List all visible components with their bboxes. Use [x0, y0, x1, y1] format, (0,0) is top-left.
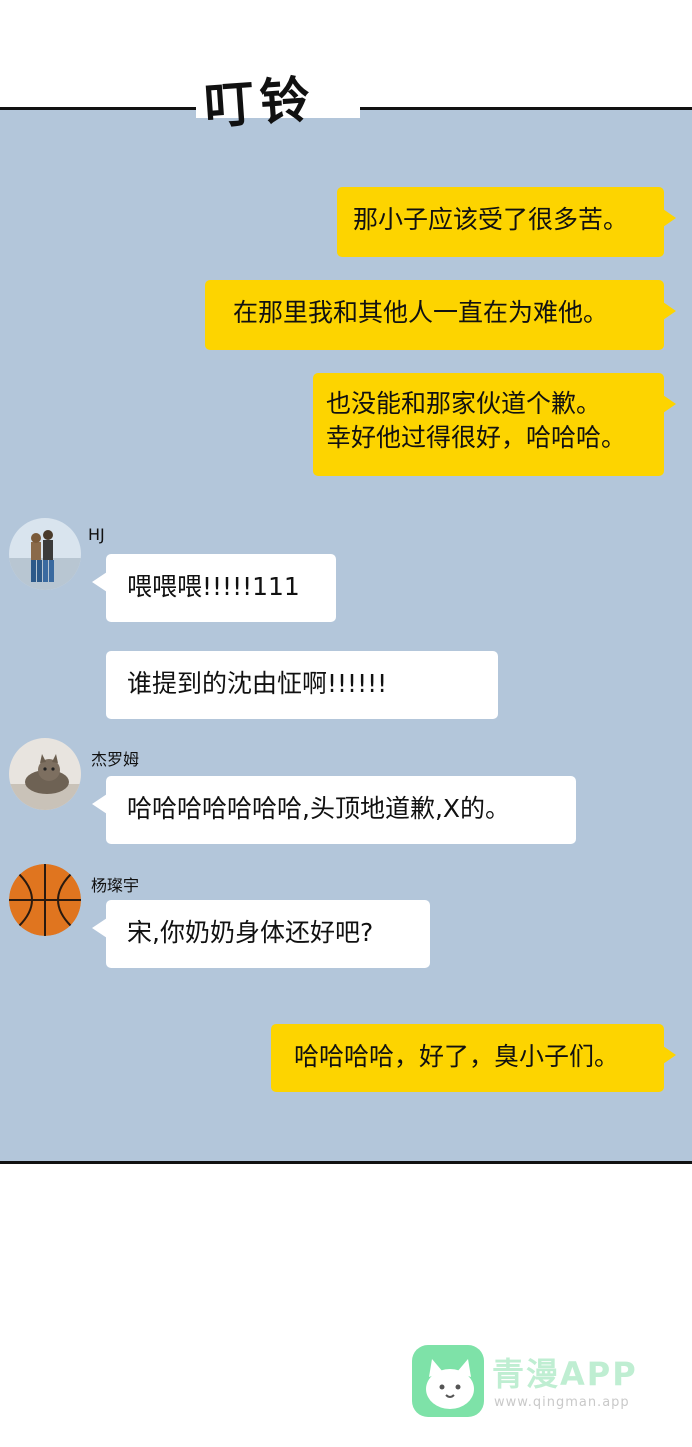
sender-name: HJ [88, 525, 105, 544]
other-message-bubble: 喂喂喂!!!!!111 [92, 554, 336, 622]
sound-effect: 叮铃 [196, 68, 360, 163]
watermark: 青漫APP www.qingman.app [412, 1345, 652, 1420]
chat-panel [0, 107, 692, 1164]
sender-name: 杨璨宇 [91, 876, 140, 895]
own-message-bubble: 也没能和那家伙道个歉。 幸好他过得很好，哈哈哈。 [313, 373, 676, 476]
avatar-jerome[interactable] [9, 738, 81, 810]
sender-name: 杰罗姆 [91, 750, 140, 769]
avatar-yang[interactable] [9, 864, 81, 936]
message-text-line: 也没能和那家伙道个歉。 [326, 389, 602, 418]
message-text: 那小子应该受了很多苦。 [353, 205, 629, 234]
message-text: 宋,你奶奶身体还好吧? [127, 918, 374, 947]
other-message-bubble: 谁提到的沈由怔啊!!!!!! [106, 651, 498, 719]
watermark-url: www.qingman.app [494, 1395, 630, 1410]
message-text: 在那里我和其他人一直在为难他。 [233, 298, 609, 327]
message-text: 谁提到的沈由怔啊!!!!!! [127, 669, 388, 698]
message-text-line: 幸好他过得很好，哈哈哈。 [326, 422, 627, 452]
cat-logo-icon [412, 1345, 484, 1417]
message-text: 哈哈哈哈哈哈哈,头顶地道歉,X的。 [127, 794, 511, 823]
own-message-bubble: 在那里我和其他人一直在为难他。 [205, 280, 676, 350]
message-text: 喂喂喂!!!!!111 [127, 572, 300, 601]
sound-effect-text: 叮铃 [202, 70, 318, 136]
own-message-bubble: 哈哈哈哈，好了，臭小子们。 [271, 1024, 676, 1092]
other-message-bubble: 哈哈哈哈哈哈哈,头顶地道歉,X的。 [92, 776, 576, 844]
avatar-hj[interactable] [9, 518, 81, 590]
message-text: 哈哈哈哈，好了，臭小子们。 [294, 1042, 620, 1071]
watermark-title: 青漫APP [492, 1355, 638, 1393]
other-message-bubble: 宋,你奶奶身体还好吧? [92, 900, 430, 968]
own-message-bubble: 那小子应该受了很多苦。 [337, 187, 676, 257]
